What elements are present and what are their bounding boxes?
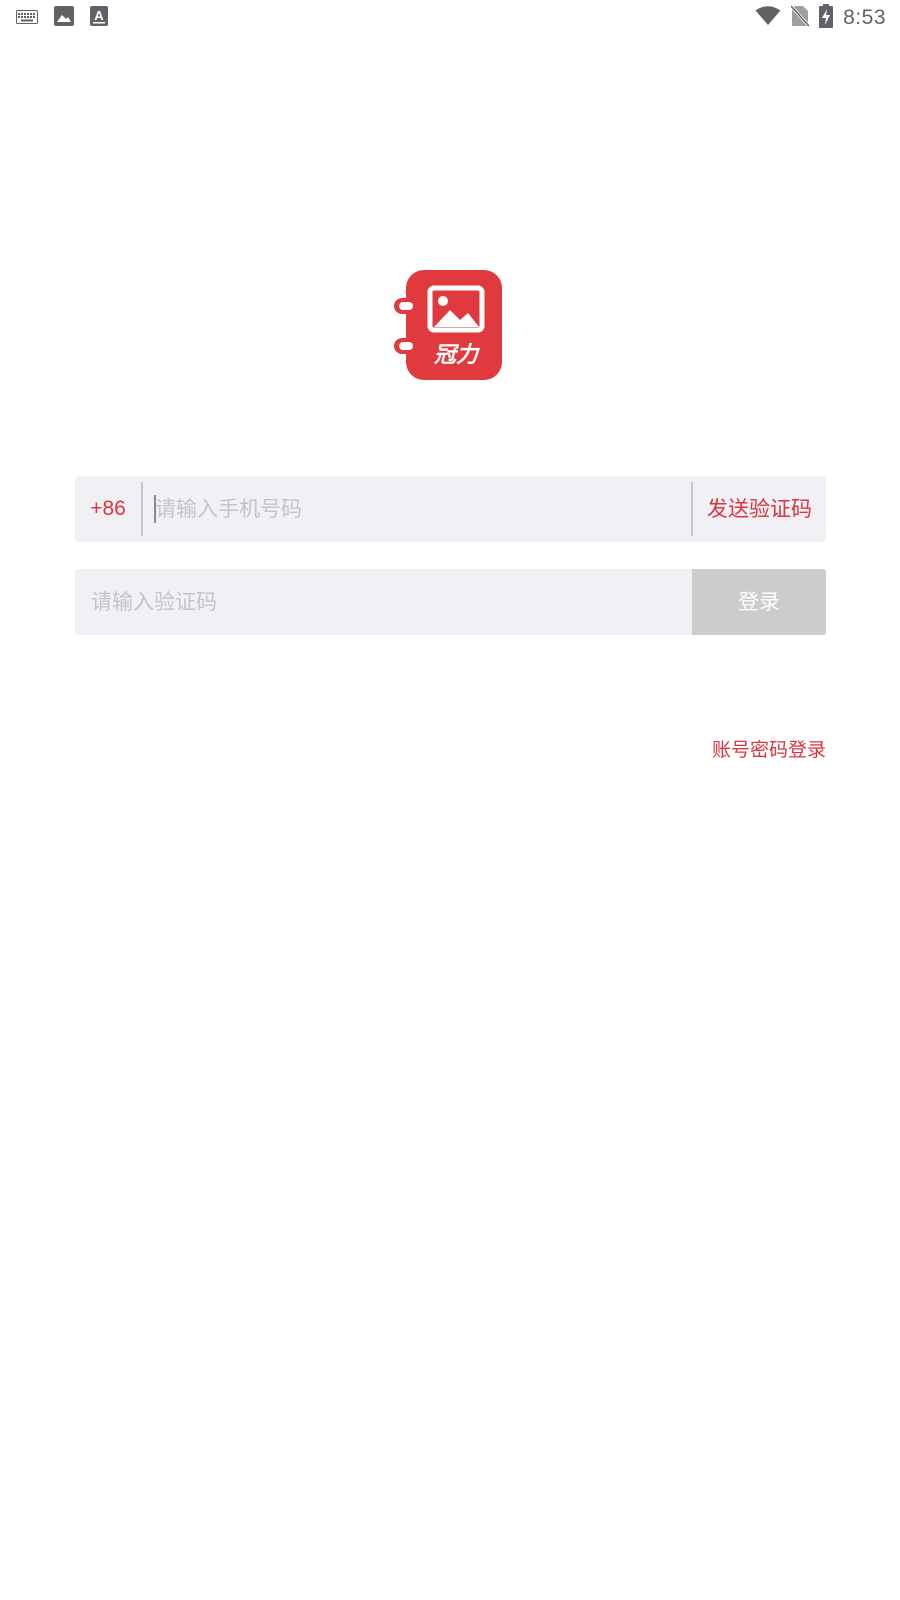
phone-row: +86 发送验证码 — [75, 476, 826, 542]
login-button[interactable]: 登录 — [692, 569, 826, 635]
app-logo: 冠力 — [394, 270, 506, 384]
status-bar-right: 8:53 — [745, 4, 886, 32]
country-code-selector[interactable]: +86 — [75, 476, 141, 542]
logo-text: 冠力 — [433, 343, 480, 368]
status-bar-left: A — [16, 6, 124, 30]
status-bar: A 8:53 — [0, 0, 900, 36]
no-sim-icon — [790, 4, 811, 31]
code-row: 登录 — [75, 569, 826, 635]
password-login-link[interactable]: 账号密码登录 — [712, 735, 826, 762]
text-a-icon: A — [90, 6, 108, 30]
image-icon — [54, 6, 74, 30]
svg-text:A: A — [94, 8, 104, 23]
keyboard-icon — [16, 9, 38, 28]
text-caret — [154, 495, 156, 523]
wifi-icon — [755, 6, 781, 30]
status-time: 8:53 — [843, 6, 886, 29]
battery-charging-icon — [819, 4, 834, 32]
divider — [141, 482, 143, 536]
verification-code-input[interactable] — [91, 569, 681, 635]
send-code-button[interactable]: 发送验证码 — [693, 476, 826, 542]
phone-number-input[interactable] — [155, 476, 685, 542]
